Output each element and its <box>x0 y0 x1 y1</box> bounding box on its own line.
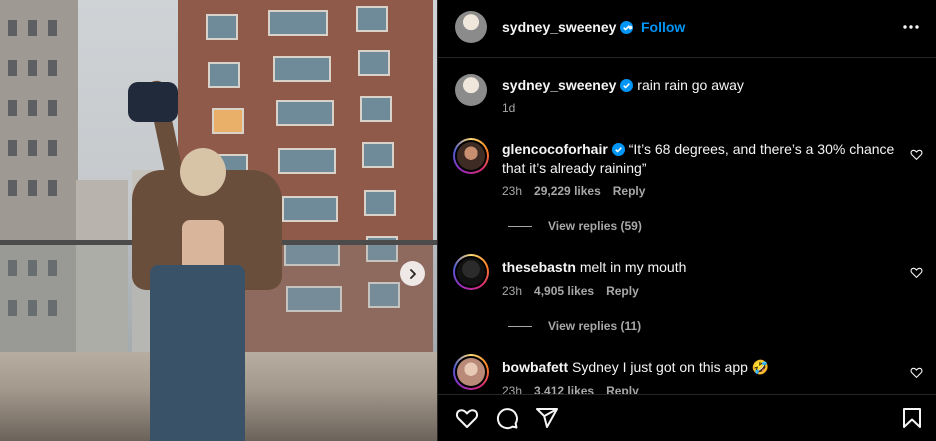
comment-username[interactable]: thesebastn <box>502 259 576 275</box>
heart-icon[interactable] <box>910 366 923 379</box>
comment-username[interactable]: bowbafett <box>502 359 568 375</box>
divider-line <box>508 226 532 228</box>
verified-badge-icon <box>611 143 625 156</box>
comment-meta: 23h 29,229 likes Reply <box>502 184 657 198</box>
chevron-right-icon <box>409 268 416 279</box>
post-caption: sydney_sweeney rain rain go away 1d <box>438 72 936 122</box>
comment-text-line: thesebastn melt in my mouth <box>502 258 902 277</box>
view-replies-button[interactable]: View replies (11) <box>508 319 641 333</box>
heart-icon[interactable] <box>910 148 923 161</box>
verified-badge-icon <box>620 79 634 92</box>
post-header: sydney_sweeney • Follow <box>438 0 936 58</box>
avatar[interactable] <box>453 138 489 174</box>
post-media[interactable] <box>0 0 437 441</box>
reply-button[interactable]: Reply <box>606 284 639 298</box>
separator-dot: • <box>628 19 633 35</box>
caption-username[interactable]: sydney_sweeney <box>502 77 616 93</box>
comment-icon[interactable] <box>495 406 519 430</box>
follow-button[interactable]: Follow <box>641 19 685 35</box>
more-options-icon[interactable] <box>901 20 921 34</box>
person-figure <box>120 60 290 441</box>
avatar[interactable] <box>453 254 489 290</box>
handbag <box>128 82 178 122</box>
heart-icon[interactable] <box>455 406 479 430</box>
comment-time[interactable]: 23h <box>502 284 522 298</box>
avatar[interactable] <box>455 74 487 106</box>
next-image-button[interactable] <box>400 261 425 286</box>
avatar[interactable] <box>453 354 489 390</box>
bookmark-icon[interactable] <box>900 406 924 430</box>
share-icon[interactable] <box>535 406 559 430</box>
comment-username[interactable]: glencocoforhair <box>502 141 608 157</box>
caption-time[interactable]: 1d <box>502 101 515 115</box>
comment-likes[interactable]: 4,905 likes <box>534 284 594 298</box>
divider-line <box>508 326 532 328</box>
comment-time[interactable]: 23h <box>502 184 522 198</box>
caption-text: rain rain go away <box>637 77 744 93</box>
comment-text: Sydney I just got on this app 🤣 <box>572 359 770 375</box>
avatar[interactable] <box>455 11 487 43</box>
comment-likes[interactable]: 29,229 likes <box>534 184 601 198</box>
reply-button[interactable]: Reply <box>613 184 646 198</box>
comment-meta: 23h 4,905 likes Reply <box>502 284 651 298</box>
caption-meta: 1d <box>502 101 527 115</box>
header-username[interactable]: sydney_sweeney <box>502 19 634 35</box>
comment-text-line: glencocoforhair “It’s 68 degrees, and th… <box>502 140 902 178</box>
comment-text: melt in my mouth <box>579 259 687 275</box>
caption-line: sydney_sweeney rain rain go away <box>502 76 902 95</box>
action-bar <box>438 394 936 441</box>
view-replies-button[interactable]: View replies (59) <box>508 219 642 233</box>
post-side-panel: sydney_sweeney • Follow sydney_sweeney r… <box>437 0 936 441</box>
heart-icon[interactable] <box>910 266 923 279</box>
comment-text-line: bowbafett Sydney I just got on this app … <box>502 358 902 377</box>
